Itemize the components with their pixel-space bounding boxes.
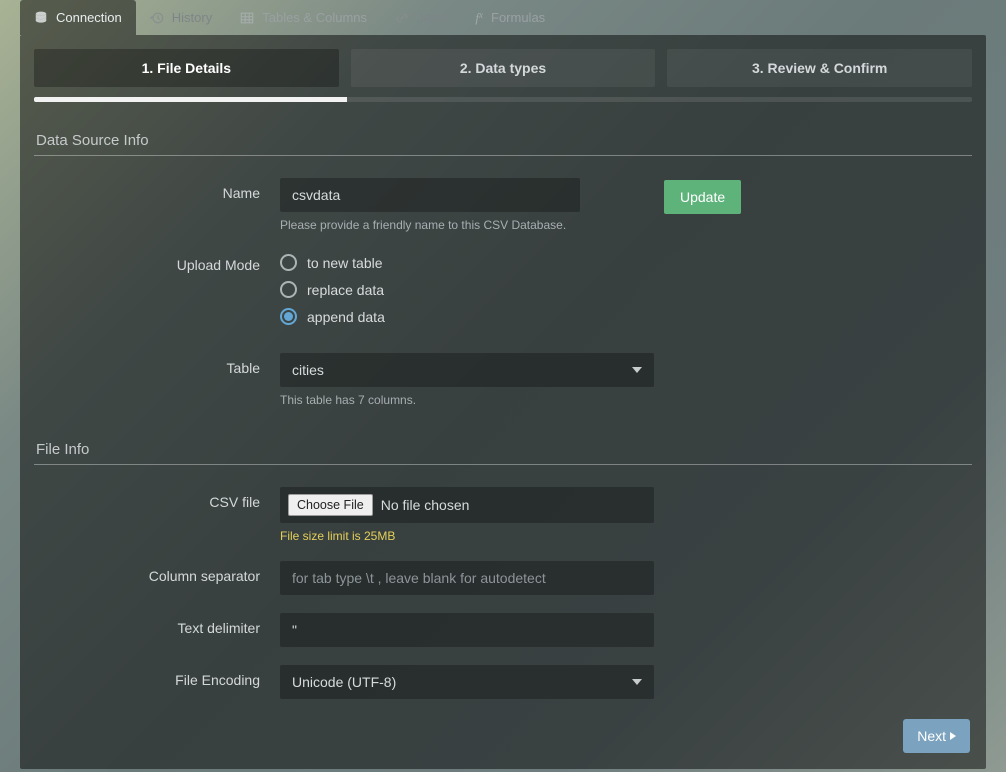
step-data-types[interactable]: 2. Data types: [351, 49, 656, 87]
name-help: Please provide a friendly name to this C…: [280, 218, 654, 232]
data-source-form: Name Please provide a friendly name to t…: [34, 178, 972, 407]
next-label: Next: [917, 728, 946, 744]
progress-fill: [34, 97, 347, 102]
upload-mode-group: to new table replace data append data: [280, 250, 654, 325]
column-separator-input[interactable]: [280, 561, 654, 595]
file-status-text: No file chosen: [381, 497, 470, 513]
tab-history[interactable]: History: [136, 0, 226, 35]
wizard-steps: 1. File Details 2. Data types 3. Review …: [34, 49, 972, 87]
name-input[interactable]: [280, 178, 580, 212]
tab-label: Connection: [56, 10, 122, 25]
radio-label: replace data: [307, 282, 384, 298]
progress-bar: [34, 97, 972, 102]
radio-append-data[interactable]: append data: [280, 308, 654, 325]
tab-formulas[interactable]: fx Formulas: [461, 0, 559, 35]
step-file-details[interactable]: 1. File Details: [34, 49, 339, 87]
col-sep-label: Column separator: [40, 561, 280, 584]
next-button[interactable]: Next: [903, 719, 970, 753]
link-icon: [395, 11, 409, 25]
tab-tables-columns[interactable]: Tables & Columns: [226, 0, 381, 35]
tab-label: History: [172, 10, 212, 25]
tab-label: Tables & Columns: [262, 10, 367, 25]
top-nav: Connection History Tables & Columns Join…: [0, 0, 1006, 35]
table-icon: [240, 11, 254, 25]
database-icon: [34, 11, 48, 25]
encoding-select[interactable]: Unicode (UTF-8): [280, 665, 654, 699]
upload-mode-label: Upload Mode: [40, 250, 280, 273]
tab-label: Joins: [417, 10, 447, 25]
radio-to-new-table[interactable]: to new table: [280, 254, 654, 271]
history-icon: [150, 11, 164, 25]
fx-icon: fx: [475, 11, 483, 24]
file-size-help: File size limit is 25MB: [280, 529, 654, 543]
main-panel: 1. File Details 2. Data types 3. Review …: [20, 35, 986, 769]
csv-file-label: CSV file: [40, 487, 280, 510]
table-select[interactable]: cities: [280, 353, 654, 387]
name-label: Name: [40, 178, 280, 201]
file-info-form: CSV file Choose File No file chosen File…: [34, 487, 972, 699]
section-data-source: Data Source Info: [34, 132, 972, 156]
table-label: Table: [40, 353, 280, 376]
radio-icon: [280, 254, 297, 271]
text-delim-label: Text delimiter: [40, 613, 280, 636]
text-delimiter-input[interactable]: [280, 613, 654, 647]
encoding-label: File Encoding: [40, 665, 280, 688]
tab-label: Formulas: [491, 10, 545, 25]
step-review[interactable]: 3. Review & Confirm: [667, 49, 972, 87]
radio-label: to new table: [307, 255, 383, 271]
radio-label: append data: [307, 309, 385, 325]
caret-right-icon: [950, 732, 956, 740]
update-button[interactable]: Update: [664, 180, 741, 214]
choose-file-button[interactable]: Choose File: [288, 494, 373, 516]
tab-joins[interactable]: Joins: [381, 0, 461, 35]
radio-icon: [280, 281, 297, 298]
section-file-info: File Info: [34, 441, 972, 465]
file-input[interactable]: Choose File No file chosen: [280, 487, 654, 523]
tab-connection[interactable]: Connection: [20, 0, 136, 35]
table-help: This table has 7 columns.: [280, 393, 654, 407]
radio-replace-data[interactable]: replace data: [280, 281, 654, 298]
radio-icon: [280, 308, 297, 325]
